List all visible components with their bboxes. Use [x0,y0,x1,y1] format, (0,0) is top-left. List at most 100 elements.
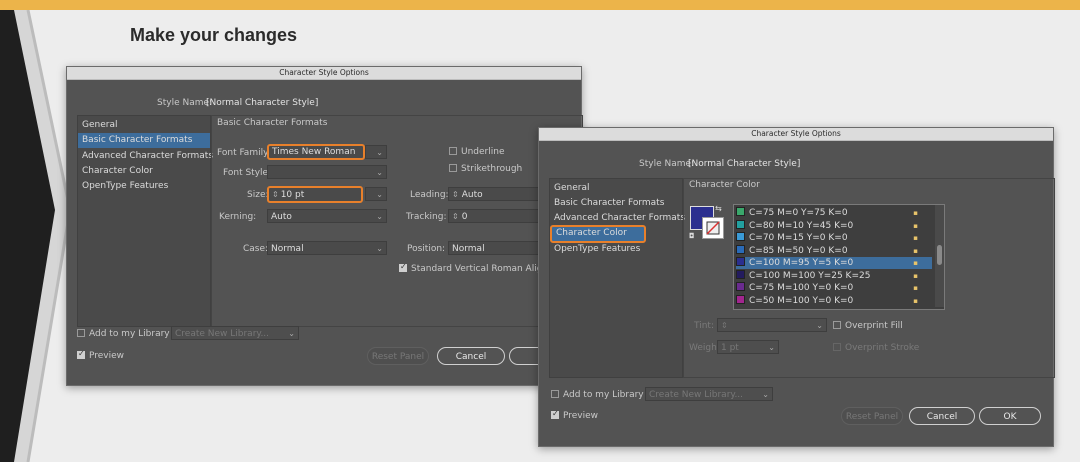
weight-value: 1 pt [721,343,739,353]
category-sidebar: General Basic Character Formats Advanced… [549,178,685,378]
character-style-dialog-basic: Character Style Options Style Name: [Nor… [66,66,583,386]
checkbox-icon [833,321,841,329]
size-label: Size: [247,190,269,200]
sidebar-item-basic-character-formats[interactable]: Basic Character Formats [78,133,210,148]
style-name-label: Style Name: [639,159,695,169]
tint-input[interactable]: ⇕ ⌄ [717,318,827,332]
chevron-down-icon: ⌄ [376,148,383,157]
swap-colors-icon[interactable]: ⇆ [715,204,722,213]
size-value: 10 pt [280,190,305,200]
stepper-icon[interactable]: ⇕ [272,190,279,199]
swatch-row[interactable]: C=85 M=50 Y=0 K=0 ▪ [736,244,932,257]
font-style-select[interactable]: ⌄ [267,165,387,179]
library-value: Create New Library... [175,329,270,339]
overprint-fill-checkbox[interactable]: Overprint Fill [833,321,903,331]
swatch-chip [736,294,745,304]
kerning-select[interactable]: Auto ⌄ [267,209,387,223]
preview-checkbox[interactable]: Preview [551,409,598,421]
swatch-row[interactable]: C=80 M=10 Y=45 K=0 ▪ [736,219,932,232]
checkbox-icon [551,409,559,419]
ok-button[interactable]: OK [979,407,1041,425]
sidebar-item-general[interactable]: General [550,181,682,196]
underline-label: Underline [461,147,505,157]
add-to-library-checkbox[interactable]: Add to my Library [551,390,644,400]
library-value: Create New Library... [649,390,744,400]
sidebar-item-general[interactable]: General [78,118,210,133]
add-to-library-label: Add to my Library [563,390,644,400]
preview-checkbox[interactable]: Preview [77,349,125,361]
swatch-row[interactable]: C=75 M=0 Y=75 K=0 ▪ [736,207,932,219]
preview-label: Preview [89,351,125,361]
font-family-dropdown[interactable]: ⌄ [365,145,387,159]
stepper-icon[interactable]: ⇕ [721,321,728,330]
add-to-library-checkbox[interactable]: Add to my Library [77,329,170,339]
stepper-icon[interactable]: ⇕ [452,190,459,199]
leading-label: Leading: [410,190,449,200]
stroke-color-swatch[interactable] [702,217,724,239]
sidebar-item-advanced-character-formats[interactable]: Advanced Character Formats [550,211,685,226]
tint-label: Tint: [694,321,714,331]
swatch-row[interactable]: C=50 M=100 Y=0 K=0 ▪ [736,294,932,307]
sidebar-item-opentype-features[interactable]: OpenType Features [550,242,682,257]
sidebar-item-advanced-character-formats[interactable]: Advanced Character Formats [78,149,213,164]
checkbox-icon [77,349,85,359]
reset-panel-button[interactable]: Reset Panel [841,407,903,425]
tracking-label: Tracking: [406,212,447,222]
case-value: Normal [271,244,304,254]
font-family-select[interactable]: Times New Roman [267,144,365,160]
swatch-label: C=100 M=95 Y=5 K=0 [749,258,854,268]
strikethrough-checkbox[interactable]: Strikethrough [449,164,522,174]
swatch-chip [736,269,745,279]
swatch-row[interactable]: C=70 M=15 Y=0 K=0 ▪ [736,232,932,244]
position-value: Normal [452,244,485,254]
swatch-chip [736,257,745,266]
panel-title: Character Color [689,180,760,190]
chevron-down-icon: ⌄ [376,244,383,253]
sidebar-item-opentype-features[interactable]: OpenType Features [78,179,210,194]
overprint-stroke-checkbox[interactable]: Overprint Stroke [833,343,919,353]
swatch-chip [736,244,745,254]
sidebar-item-basic-character-formats[interactable]: Basic Character Formats [550,196,682,211]
header-accent-bar [0,0,1080,10]
chevron-down-icon: ⌄ [288,329,295,338]
swatch-chip [736,282,745,291]
size-dropdown[interactable]: ⌄ [365,187,387,201]
case-label: Case: [243,244,269,254]
sidebar-item-character-color[interactable]: Character Color [78,164,210,179]
library-select[interactable]: Create New Library... ⌄ [171,326,299,340]
swatch-list[interactable]: C=75 M=0 Y=75 K=0 ▪ C=80 M=10 Y=45 K=0 ▪ C=7… [733,204,945,310]
font-family-label: Font Family: [217,148,271,158]
kerning-value: Auto [271,212,292,222]
chevron-down-icon: ⌄ [816,321,823,330]
swatch-label: C=75 M=100 Y=0 K=0 [749,283,854,293]
overprint-stroke-label: Overprint Stroke [845,343,920,353]
panel-title: Basic Character Formats [217,118,328,128]
cancel-button[interactable]: Cancel [437,347,505,365]
underline-checkbox[interactable]: Underline [449,147,504,157]
stepper-icon[interactable]: ⇕ [452,212,459,221]
cancel-button[interactable]: Cancel [909,407,975,425]
scrollbar[interactable] [935,205,944,307]
case-select[interactable]: Normal ⌄ [267,241,387,255]
font-style-label: Font Style: [223,168,272,178]
style-name-label: Style Name: [157,98,213,108]
size-input[interactable]: ⇕ 10 pt [267,186,363,203]
swatch-row[interactable]: C=75 M=100 Y=0 K=0 ▪ [736,282,932,294]
checkbox-icon [551,390,559,398]
chevron-down-icon: ⌄ [762,390,769,399]
library-select[interactable]: Create New Library... ⌄ [645,387,773,401]
default-colors-icon[interactable]: ◘ [689,232,695,240]
swatch-row[interactable]: C=100 M=100 Y=25 K=25 ▪ [736,269,932,282]
sidebar-item-character-color[interactable]: Character Color [550,225,646,243]
checkbox-icon [833,343,841,351]
kerning-label: Kerning: [219,212,257,222]
process-color-icon: ▪ [913,246,918,255]
weight-select[interactable]: 1 pt ⌄ [717,340,779,354]
strikethrough-label: Strikethrough [461,164,523,174]
chevron-down-icon: ⌄ [768,343,775,352]
reset-panel-button[interactable]: Reset Panel [367,347,429,365]
svra-label: Standard Vertical Roman Alignm [411,264,557,274]
process-color-icon: ▪ [913,221,918,230]
swatch-row[interactable]: C=100 M=95 Y=5 K=0 ▪ [736,257,932,269]
process-color-icon: ▪ [913,296,918,305]
